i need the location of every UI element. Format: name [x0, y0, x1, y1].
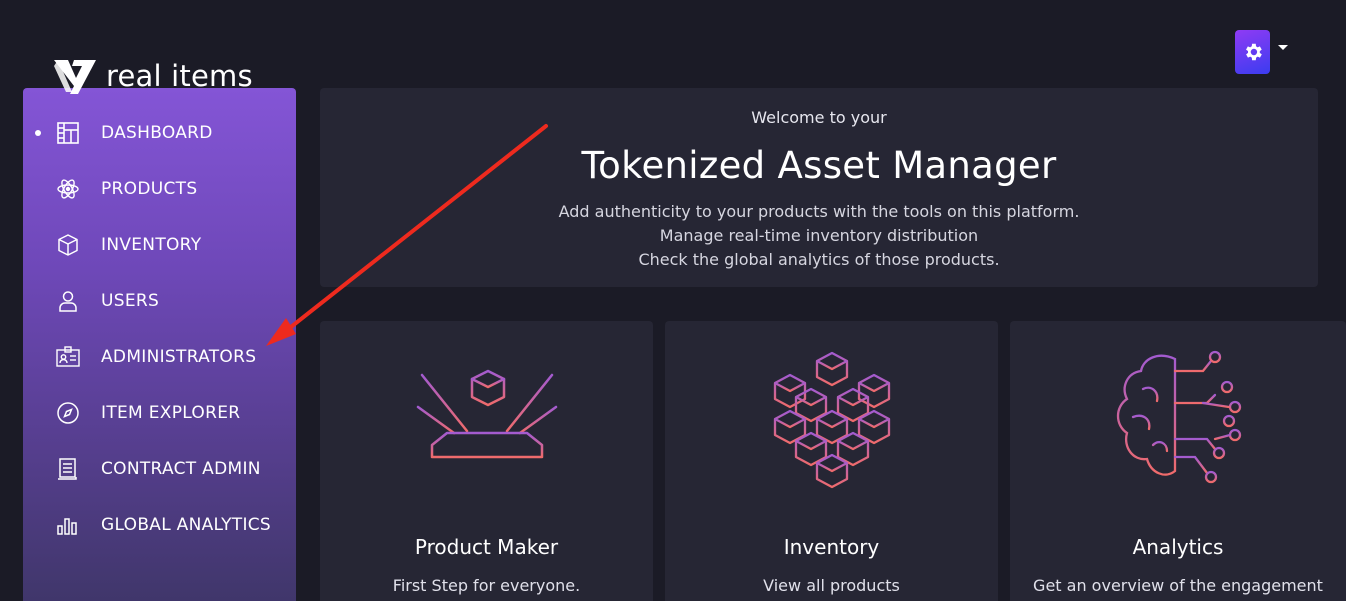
card-analytics[interactable]: Analytics Get an overview of the engagem… — [1010, 321, 1346, 601]
dashboard-icon — [56, 121, 80, 145]
active-indicator — [35, 130, 41, 136]
sidebar-item-inventory[interactable]: INVENTORY — [23, 225, 296, 265]
card-title: Analytics — [1132, 535, 1224, 559]
card-title: Inventory — [783, 535, 880, 559]
sidebar: DASHBOARD PRODUCTS INVENTORY USERS ADMIN… — [23, 88, 296, 601]
user-menu[interactable] — [1235, 30, 1288, 74]
card-title: Product Maker — [414, 535, 559, 559]
card-description: Get an overview of the engagement — [1033, 576, 1323, 595]
brand-name: real items — [106, 59, 253, 93]
id-card-icon — [56, 345, 80, 369]
user-avatar[interactable] — [1235, 30, 1270, 74]
sidebar-item-administrators[interactable]: ADMINISTRATORS — [23, 337, 296, 377]
card-description: First Step for everyone. — [392, 576, 581, 595]
box-icon — [56, 233, 80, 257]
sidebar-item-label: ITEM EXPLORER — [101, 403, 241, 423]
sidebar-item-label: ADMINISTRATORS — [101, 347, 257, 367]
sidebar-item-label: PRODUCTS — [101, 179, 198, 199]
document-icon — [56, 457, 80, 481]
hologram-cube-icon — [320, 349, 653, 479]
sidebar-item-label: DASHBOARD — [101, 123, 213, 143]
sidebar-item-global-analytics[interactable]: GLOBAL ANALYTICS — [23, 505, 296, 545]
welcome-line: Add authenticity to your products with t… — [558, 202, 1080, 221]
compass-icon — [56, 401, 80, 425]
sidebar-item-contract-admin[interactable]: CONTRACT ADMIN — [23, 449, 296, 489]
card-product-maker[interactable]: Product Maker First Step for everyone. — [320, 321, 653, 601]
bar-chart-icon — [56, 513, 80, 537]
real-items-logo-icon — [54, 60, 96, 94]
sidebar-item-label: USERS — [101, 291, 160, 311]
cube-grid-icon — [665, 349, 998, 494]
sidebar-item-label: CONTRACT ADMIN — [101, 459, 261, 479]
sidebar-item-label: INVENTORY — [101, 235, 202, 255]
welcome-line: Manage real-time inventory distribution — [659, 226, 979, 245]
welcome-subtitle: Welcome to your — [751, 108, 887, 127]
gear-icon — [1245, 43, 1262, 61]
sidebar-item-dashboard[interactable]: DASHBOARD — [23, 113, 296, 153]
card-description: View all products — [763, 576, 900, 595]
brand-logo[interactable]: real items — [52, 56, 253, 96]
sidebar-item-users[interactable]: USERS — [23, 281, 296, 321]
welcome-line: Check the global analytics of those prod… — [638, 250, 1000, 269]
user-icon — [56, 289, 80, 313]
atom-icon — [56, 177, 80, 201]
feature-cards: Product Maker First Step for everyone. I… — [320, 321, 1346, 601]
card-inventory[interactable]: Inventory View all products — [665, 321, 998, 601]
sidebar-item-item-explorer[interactable]: ITEM EXPLORER — [23, 393, 296, 433]
page-title: Tokenized Asset Manager — [581, 144, 1057, 187]
brain-circuit-icon — [1010, 349, 1346, 494]
sidebar-item-products[interactable]: PRODUCTS — [23, 169, 296, 209]
chevron-down-icon[interactable] — [1278, 44, 1288, 50]
sidebar-item-label: GLOBAL ANALYTICS — [101, 515, 272, 535]
welcome-description: Add authenticity to your products with t… — [320, 200, 1318, 272]
welcome-panel: Welcome to your Tokenized Asset Manager … — [320, 88, 1318, 287]
